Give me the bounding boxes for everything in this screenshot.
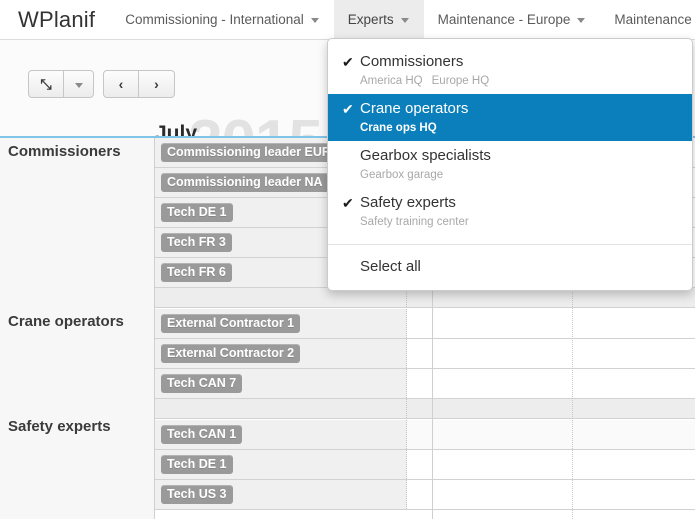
- group-spacer-row: [155, 288, 695, 308]
- menu-item-sublabels: Safety training center: [328, 216, 692, 228]
- previous-button[interactable]: ‹: [103, 70, 139, 98]
- resource-pill[interactable]: Tech US 3: [161, 485, 233, 504]
- menu-item-select-all[interactable]: Select all: [328, 245, 692, 290]
- app-brand: WPlanif: [0, 0, 111, 39]
- resource-pill[interactable]: Tech CAN 1: [161, 425, 242, 444]
- table-row[interactable]: External Contractor 1: [155, 309, 695, 339]
- toolbar-button-group: ⤡ ‹ ›: [28, 70, 175, 98]
- tab-commissioning-international[interactable]: Commissioning - International: [111, 0, 334, 39]
- tab-maintenance-europe[interactable]: Maintenance - Europe: [424, 0, 601, 39]
- menu-item-sublabels: America HQ Europe HQ: [328, 75, 692, 87]
- nav-button-set: ‹ ›: [103, 70, 175, 98]
- top-tab-bar: WPlanif Commissioning - International Ex…: [0, 0, 695, 40]
- menu-item-sublabels: Gearbox garage: [328, 169, 692, 181]
- resource-pill[interactable]: External Contractor 1: [161, 314, 300, 333]
- tab-maintenance-truncated[interactable]: Maintenance -: [600, 0, 695, 39]
- expand-dropdown-button[interactable]: [64, 70, 94, 98]
- menu-item-label: Safety experts: [360, 193, 456, 213]
- table-row[interactable]: Tech DE 1: [155, 450, 695, 480]
- check-icon: ✔: [342, 52, 360, 72]
- row-resource-cell: [155, 399, 407, 418]
- group-label-safety-experts: Safety experts: [8, 418, 111, 435]
- menu-item-sublabels: Crane ops HQ: [328, 122, 692, 134]
- chevron-down-icon: [75, 83, 83, 88]
- table-row[interactable]: Tech CAN 7: [155, 369, 695, 399]
- menu-sublabel: America HQ: [360, 75, 423, 87]
- year-watermark: 2015: [188, 118, 322, 138]
- row-resource-cell[interactable]: External Contractor 1: [155, 309, 407, 338]
- menu-sublabel: Crane ops HQ: [360, 122, 437, 134]
- menu-item-label: Gearbox specialists: [360, 146, 491, 166]
- menu-item-main: ✔ Commissioners: [328, 52, 692, 72]
- menu-sublabel: Europe HQ: [432, 75, 490, 87]
- table-row[interactable]: External Contractor 2: [155, 339, 695, 369]
- expand-arrows-icon: ⤡: [40, 76, 51, 93]
- check-icon: ✔: [342, 99, 360, 119]
- row-resource-cell[interactable]: Tech CAN 7: [155, 369, 407, 398]
- resource-pill[interactable]: Commissioning leader NA: [161, 173, 329, 192]
- resource-pill[interactable]: Commissioning leader EUR: [161, 143, 337, 162]
- experts-dropdown-menu: ✔ Commissioners America HQ Europe HQ ✔ C…: [327, 38, 693, 291]
- menu-item-label: Commissioners: [360, 52, 463, 72]
- chevron-down-icon: [311, 18, 319, 23]
- menu-item-safety-experts[interactable]: ✔ Safety experts Safety training center: [328, 188, 692, 235]
- resource-pill[interactable]: Tech DE 1: [161, 203, 233, 222]
- menu-sublabel: Safety training center: [360, 216, 469, 228]
- table-row[interactable]: Tech CAN 1: [155, 420, 695, 450]
- menu-item-crane-operators[interactable]: ✔ Crane operators Crane ops HQ: [328, 94, 692, 141]
- menu-item-main: Gearbox specialists: [328, 146, 692, 166]
- group-label-crane-operators: Crane operators: [8, 313, 124, 330]
- expand-button[interactable]: ⤡: [28, 70, 64, 98]
- menu-item-commissioners[interactable]: ✔ Commissioners America HQ Europe HQ: [328, 47, 692, 94]
- resource-pill[interactable]: Tech FR 3: [161, 233, 232, 252]
- chevron-down-icon: [577, 18, 585, 23]
- row-resource-cell[interactable]: External Contractor 2: [155, 339, 407, 368]
- resource-pill[interactable]: Tech DE 1: [161, 455, 233, 474]
- resource-pill[interactable]: Tech CAN 7: [161, 374, 242, 393]
- zoom-button-set: ⤡: [28, 70, 94, 98]
- resource-pill[interactable]: External Contractor 2: [161, 344, 300, 363]
- chevron-down-icon: [401, 18, 409, 23]
- tab-label: Maintenance - Europe: [438, 12, 571, 27]
- resource-pill[interactable]: Tech FR 6: [161, 263, 232, 282]
- resource-group-pane: Commissioners Crane operators Safety exp…: [0, 138, 155, 519]
- next-button[interactable]: ›: [139, 70, 175, 98]
- tab-label: Experts: [348, 12, 394, 27]
- tab-label: Commissioning - International: [125, 12, 304, 27]
- chevron-right-icon: ›: [154, 76, 159, 92]
- chevron-left-icon: ‹: [119, 76, 124, 92]
- group-spacer-row: [155, 399, 695, 419]
- table-row[interactable]: Tech US 3: [155, 480, 695, 510]
- row-resource-cell[interactable]: Tech CAN 1: [155, 420, 407, 449]
- menu-item-main: ✔ Crane operators: [328, 99, 692, 119]
- tab-experts[interactable]: Experts: [334, 0, 424, 39]
- menu-item-label: Crane operators: [360, 99, 468, 119]
- check-icon: ✔: [342, 193, 360, 213]
- tab-label: Maintenance -: [614, 12, 695, 27]
- row-resource-cell[interactable]: Tech DE 1: [155, 450, 407, 479]
- menu-item-main: ✔ Safety experts: [328, 193, 692, 213]
- menu-sublabel: Gearbox garage: [360, 169, 443, 181]
- row-resource-cell[interactable]: Tech US 3: [155, 480, 407, 509]
- menu-item-gearbox-specialists[interactable]: Gearbox specialists Gearbox garage: [328, 141, 692, 188]
- group-label-commissioners: Commissioners: [8, 143, 121, 160]
